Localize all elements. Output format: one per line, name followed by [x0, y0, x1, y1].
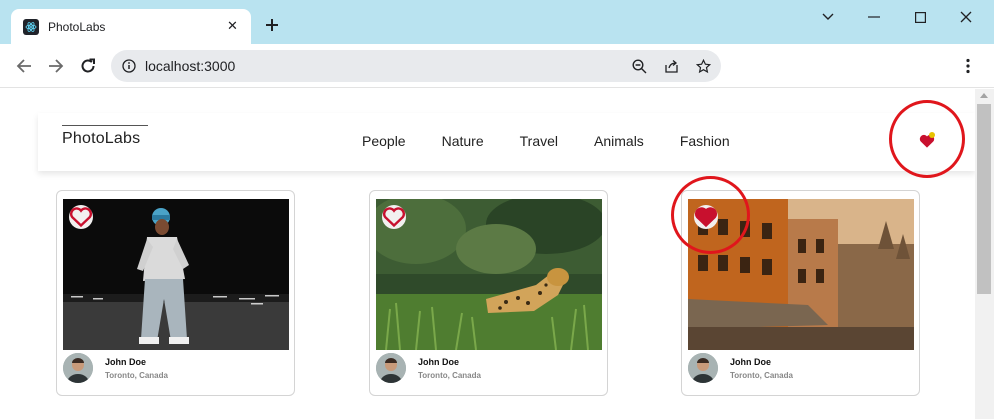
- bookmark-star-icon[interactable]: [695, 58, 711, 74]
- photo-details: John Doe Toronto, Canada: [63, 352, 289, 388]
- top-navigation-bar: PhotoLabs People Nature Travel Animals F…: [38, 113, 975, 171]
- like-heart-icon[interactable]: [382, 205, 406, 229]
- browser-tabstrip: PhotoLabs ✕: [0, 0, 994, 44]
- tab-close-icon[interactable]: ✕: [227, 19, 238, 33]
- browser-tab[interactable]: PhotoLabs ✕: [11, 9, 251, 44]
- browser-toolbar: localhost:3000: [0, 44, 994, 88]
- photo-jaguar-in-grass[interactable]: [376, 199, 602, 350]
- photographer-location: Toronto, Canada: [418, 371, 481, 380]
- forward-arrow-icon[interactable]: [46, 56, 66, 76]
- topic-fashion[interactable]: Fashion: [680, 133, 730, 149]
- avatar: [63, 353, 93, 383]
- photo-card[interactable]: John Doe Toronto, Canada: [56, 190, 295, 396]
- maximize-icon[interactable]: [910, 8, 930, 26]
- page-scrollbar[interactable]: [975, 89, 994, 419]
- minimize-icon[interactable]: [864, 8, 884, 26]
- photo-card[interactable]: John Doe Toronto, Canada: [369, 190, 608, 396]
- photo-old-city-buildings[interactable]: [688, 199, 914, 350]
- tab-title: PhotoLabs: [48, 20, 106, 34]
- topic-people[interactable]: People: [362, 133, 406, 149]
- photographer-location: Toronto, Canada: [105, 371, 168, 380]
- site-info-icon[interactable]: [121, 58, 137, 74]
- zoom-icon[interactable]: [631, 58, 647, 74]
- page-viewport: PhotoLabs People Nature Travel Animals F…: [0, 89, 975, 419]
- close-window-icon[interactable]: [956, 8, 976, 26]
- photo-details: John Doe Toronto, Canada: [376, 352, 602, 388]
- photo-card[interactable]: John Doe Toronto, Canada: [681, 190, 920, 396]
- photo-person-at-night[interactable]: [63, 199, 289, 350]
- app-logo[interactable]: PhotoLabs: [62, 125, 149, 148]
- photographer-name: John Doe: [105, 357, 147, 367]
- scroll-up-icon[interactable]: [980, 93, 988, 98]
- back-arrow-icon[interactable]: [14, 56, 34, 76]
- address-bar[interactable]: localhost:3000: [111, 50, 721, 82]
- favorites-heart-icon[interactable]: [916, 130, 938, 152]
- topic-nature[interactable]: Nature: [442, 133, 484, 149]
- avatar: [376, 353, 406, 383]
- react-favicon-icon: [23, 19, 39, 35]
- avatar: [688, 353, 718, 383]
- photographer-name: John Doe: [730, 357, 772, 367]
- photographer-location: Toronto, Canada: [730, 371, 793, 380]
- photographer-name: John Doe: [418, 357, 460, 367]
- like-heart-icon[interactable]: [694, 205, 718, 229]
- like-heart-icon[interactable]: [69, 205, 93, 229]
- browser-menu-icon[interactable]: [958, 56, 978, 76]
- topic-travel[interactable]: Travel: [520, 133, 558, 149]
- reload-icon[interactable]: [78, 56, 98, 76]
- tab-search-icon[interactable]: [818, 8, 838, 26]
- scroll-thumb[interactable]: [977, 104, 991, 294]
- share-icon[interactable]: [663, 58, 679, 74]
- url-text: localhost:3000: [145, 58, 236, 74]
- photo-details: John Doe Toronto, Canada: [688, 352, 914, 388]
- favorites-notification-dot: [929, 132, 935, 138]
- topic-animals[interactable]: Animals: [594, 133, 644, 149]
- new-tab-icon[interactable]: [263, 16, 281, 34]
- topic-list: People Nature Travel Animals Fashion: [362, 133, 730, 149]
